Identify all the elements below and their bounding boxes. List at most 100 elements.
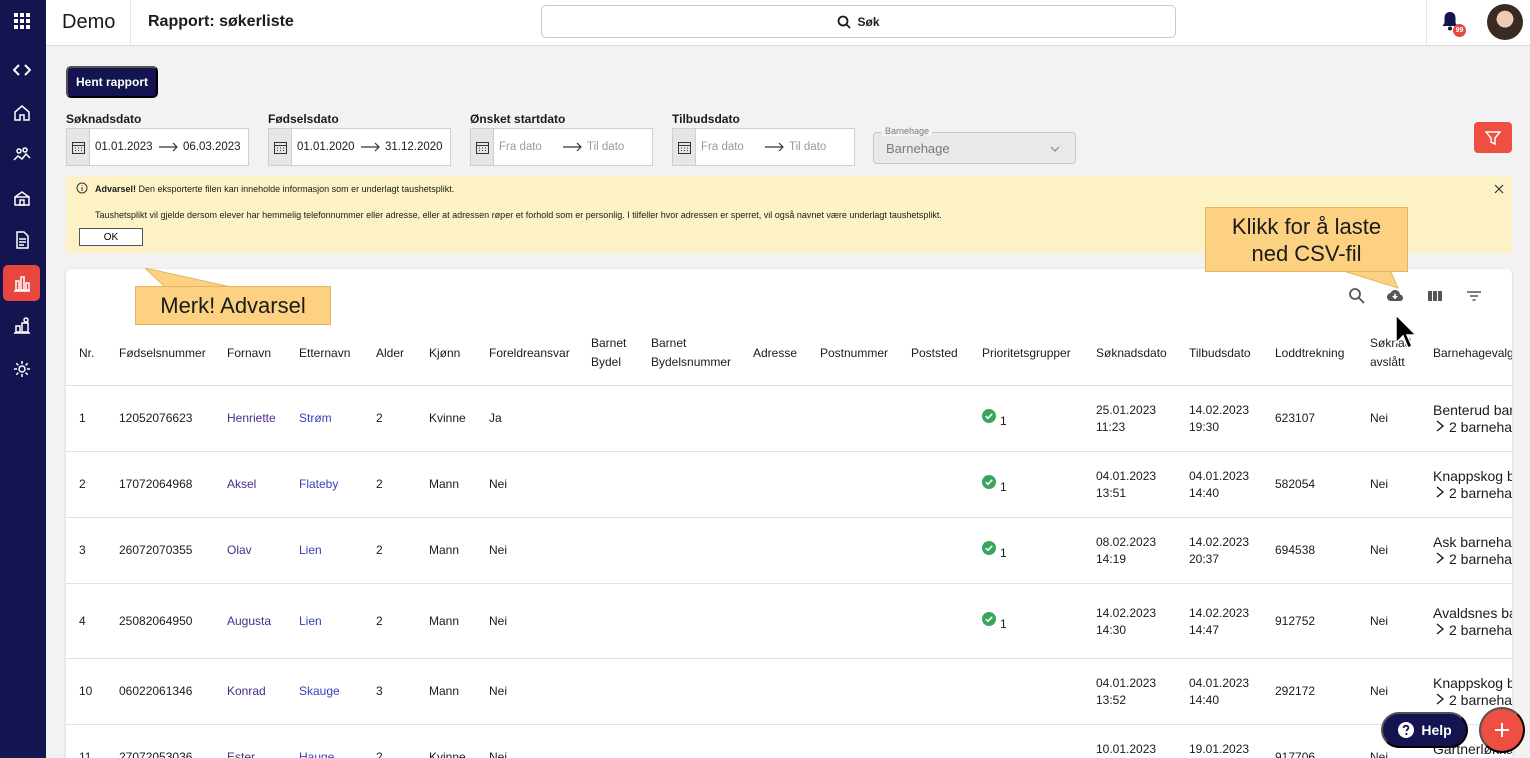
cell-alder: 2 [376,614,383,628]
columns-icon[interactable] [1426,287,1444,305]
bell-icon[interactable]: 99 [1441,11,1466,37]
onsket-startdato-from[interactable]: Fra dato [499,141,563,153]
header-foreldreansvar[interactable]: Foreldreansvar [489,344,570,363]
search-input[interactable]: Søk [541,5,1176,38]
soknadsdato-to[interactable]: 06.03.2023 [183,141,241,153]
soknadsdato-from[interactable]: 01.01.2023 [95,141,159,153]
cell-loddtrekning: 912752 [1275,614,1316,628]
header-barnet-bydel[interactable]: Barnet Bydel [591,334,626,372]
header-nr[interactable]: Nr. [79,344,94,363]
cell-etternavn-link[interactable]: Skauge [299,683,340,700]
avatar[interactable] [1487,4,1523,40]
cell-soknadsdato: 10.01.2023 [1096,742,1157,756]
cell-tilbudstid: 20:37 [1189,552,1220,566]
cell-fodselsnummer: 17072064968 [119,477,193,491]
help-button[interactable]: Help [1381,712,1468,748]
cell-avslatt: Nei [1370,614,1389,628]
cell-fornavn-link[interactable]: Olav [227,542,252,559]
calendar-icon[interactable] [471,129,494,165]
header-loddtrekning[interactable]: Loddtrekning [1275,344,1344,363]
calendar-icon[interactable] [67,129,90,165]
cell-soknadsdato: 04.01.2023 [1096,676,1157,690]
tilbudsdato-filter: Tilbudsdato Fra dato Til dato [672,112,855,166]
barnehagevalg-expand[interactable]: 2 barnehag [1433,419,1512,436]
table-row[interactable]: 10 06022061346 Konrad Skauge 3 Mann Nei 04.01.2… [66,659,1512,725]
table-row[interactable]: 11 27072053036 Ester Hauge 2 Kvinne Nei 10.01.2… [66,725,1512,758]
cell-prioritet: 1 [1000,546,1007,560]
cell-etternavn-link[interactable]: Flateby [299,476,338,493]
barnehagevalg-expand[interactable]: 2 barnehag [1433,622,1512,639]
filter-button[interactable] [1474,122,1512,153]
onsket-startdato-range[interactable]: Fra dato Til dato [470,128,653,166]
header-barnet-bydelsnummer[interactable]: Barnet Bydelsnummer [651,334,731,372]
cell-soknadstid: 13:51 [1096,486,1127,500]
header-prioritetsgrupper[interactable]: Prioritetsgrupper [982,344,1071,363]
fodselsdato-label: Fødselsdato [268,112,339,126]
topbar: Demo Rapport: søkerliste Søk 99 [46,0,1530,46]
cell-kjonn: Mann [429,614,460,628]
cell-etternavn-link[interactable]: Hauge [299,749,334,758]
tilbudsdato-from[interactable]: Fra dato [701,141,765,153]
document-icon[interactable] [3,222,40,258]
header-fodselsnummer[interactable]: Fødselsnummer [119,344,206,363]
check-circle-icon [982,541,996,555]
cell-etternavn-link[interactable]: Lien [299,542,322,559]
header-fornavn[interactable]: Fornavn [227,344,271,363]
cell-kjonn: Mann [429,477,460,491]
chevron-right-icon [1436,623,1445,635]
barnehage-select[interactable]: Barnehage Barnehage [873,126,1076,164]
soknadsdato-range[interactable]: 01.01.2023 06.03.2023 [66,128,249,166]
cell-fornavn-link[interactable]: Aksel [227,476,256,493]
fodselsdato-to[interactable]: 31.12.2020 [385,141,443,153]
arrow-right-icon [361,142,380,152]
cell-fornavn-link[interactable]: Henriette [227,410,276,427]
report-icon[interactable] [3,265,40,301]
table-row[interactable]: 4 25082064950 Augusta Lien 2 Mann Nei 1 14.02.20… [66,584,1512,659]
tilbudsdato-range[interactable]: Fra dato Til dato [672,128,855,166]
cell-fornavn-link[interactable]: Ester [227,749,255,758]
code-toggle-icon[interactable] [3,52,40,88]
cell-tilbudsdato: 14.02.2023 [1189,606,1250,620]
cell-fornavn-link[interactable]: Konrad [227,683,266,700]
barnehagevalg-count: 2 barnehag [1449,551,1512,567]
cell-fornavn-link[interactable]: Augusta [227,613,271,630]
grid-icon[interactable] [3,3,40,39]
close-icon[interactable] [1494,184,1504,194]
children-icon[interactable] [3,137,40,173]
barnehagevalg-count: 2 barnehag [1449,485,1512,501]
header-kjonn[interactable]: Kjønn [429,344,460,363]
admin-icon[interactable] [3,308,40,344]
filter-lines-icon[interactable] [1465,287,1483,305]
cell-etternavn-link[interactable]: Strøm [299,410,332,427]
table-row[interactable]: 2 17072064968 Aksel Flateby 2 Mann Nei 1 04.01.2… [66,452,1512,518]
add-button[interactable] [1479,707,1525,753]
home-icon[interactable] [3,95,40,131]
header-alder[interactable]: Alder [376,344,404,363]
onsket-startdato-to[interactable]: Til dato [587,141,624,153]
header-adresse[interactable]: Adresse [753,344,797,363]
table-row[interactable]: 1 12052076623 Henriette Strøm 2 Kvinne Ja 1 25.0… [66,386,1512,452]
header-barnehagevalg[interactable]: Barnehagevalg [1433,344,1512,363]
cell-etternavn-link[interactable]: Lien [299,613,322,630]
cell-kjonn: Kvinne [429,411,466,425]
header-tilbudsdato[interactable]: Tilbudsdato [1189,344,1251,363]
barnehagevalg-expand[interactable]: 2 barnehag [1433,485,1512,502]
hent-rapport-button[interactable]: Hent rapport [66,66,158,98]
tilbudsdato-to[interactable]: Til dato [789,141,826,153]
barnehagevalg-expand[interactable]: 2 barnehag [1433,551,1512,568]
calendar-icon[interactable] [269,129,292,165]
fodselsdato-from[interactable]: 01.01.2020 [297,141,361,153]
fodselsdato-range[interactable]: 01.01.2020 31.12.2020 [268,128,451,166]
header-postnummer[interactable]: Postnummer [820,344,888,363]
settings-icon[interactable] [3,351,40,387]
kindergarten-icon[interactable] [3,180,40,216]
warning-body: Taushetsplikt vil gjelde dersom elever h… [95,210,942,220]
calendar-icon[interactable] [673,129,696,165]
table-row[interactable]: 3 26072070355 Olav Lien 2 Mann Nei 1 08.02.2023 1… [66,518,1512,584]
ok-button[interactable]: OK [79,228,143,246]
cell-tilbudsdato: 14.02.2023 [1189,403,1250,417]
header-soknadsdato[interactable]: Søknadsdato [1096,344,1167,363]
cell-fodselsnummer: 25082064950 [119,614,193,628]
header-poststed[interactable]: Poststed [911,344,958,363]
header-etternavn[interactable]: Etternavn [299,344,350,363]
